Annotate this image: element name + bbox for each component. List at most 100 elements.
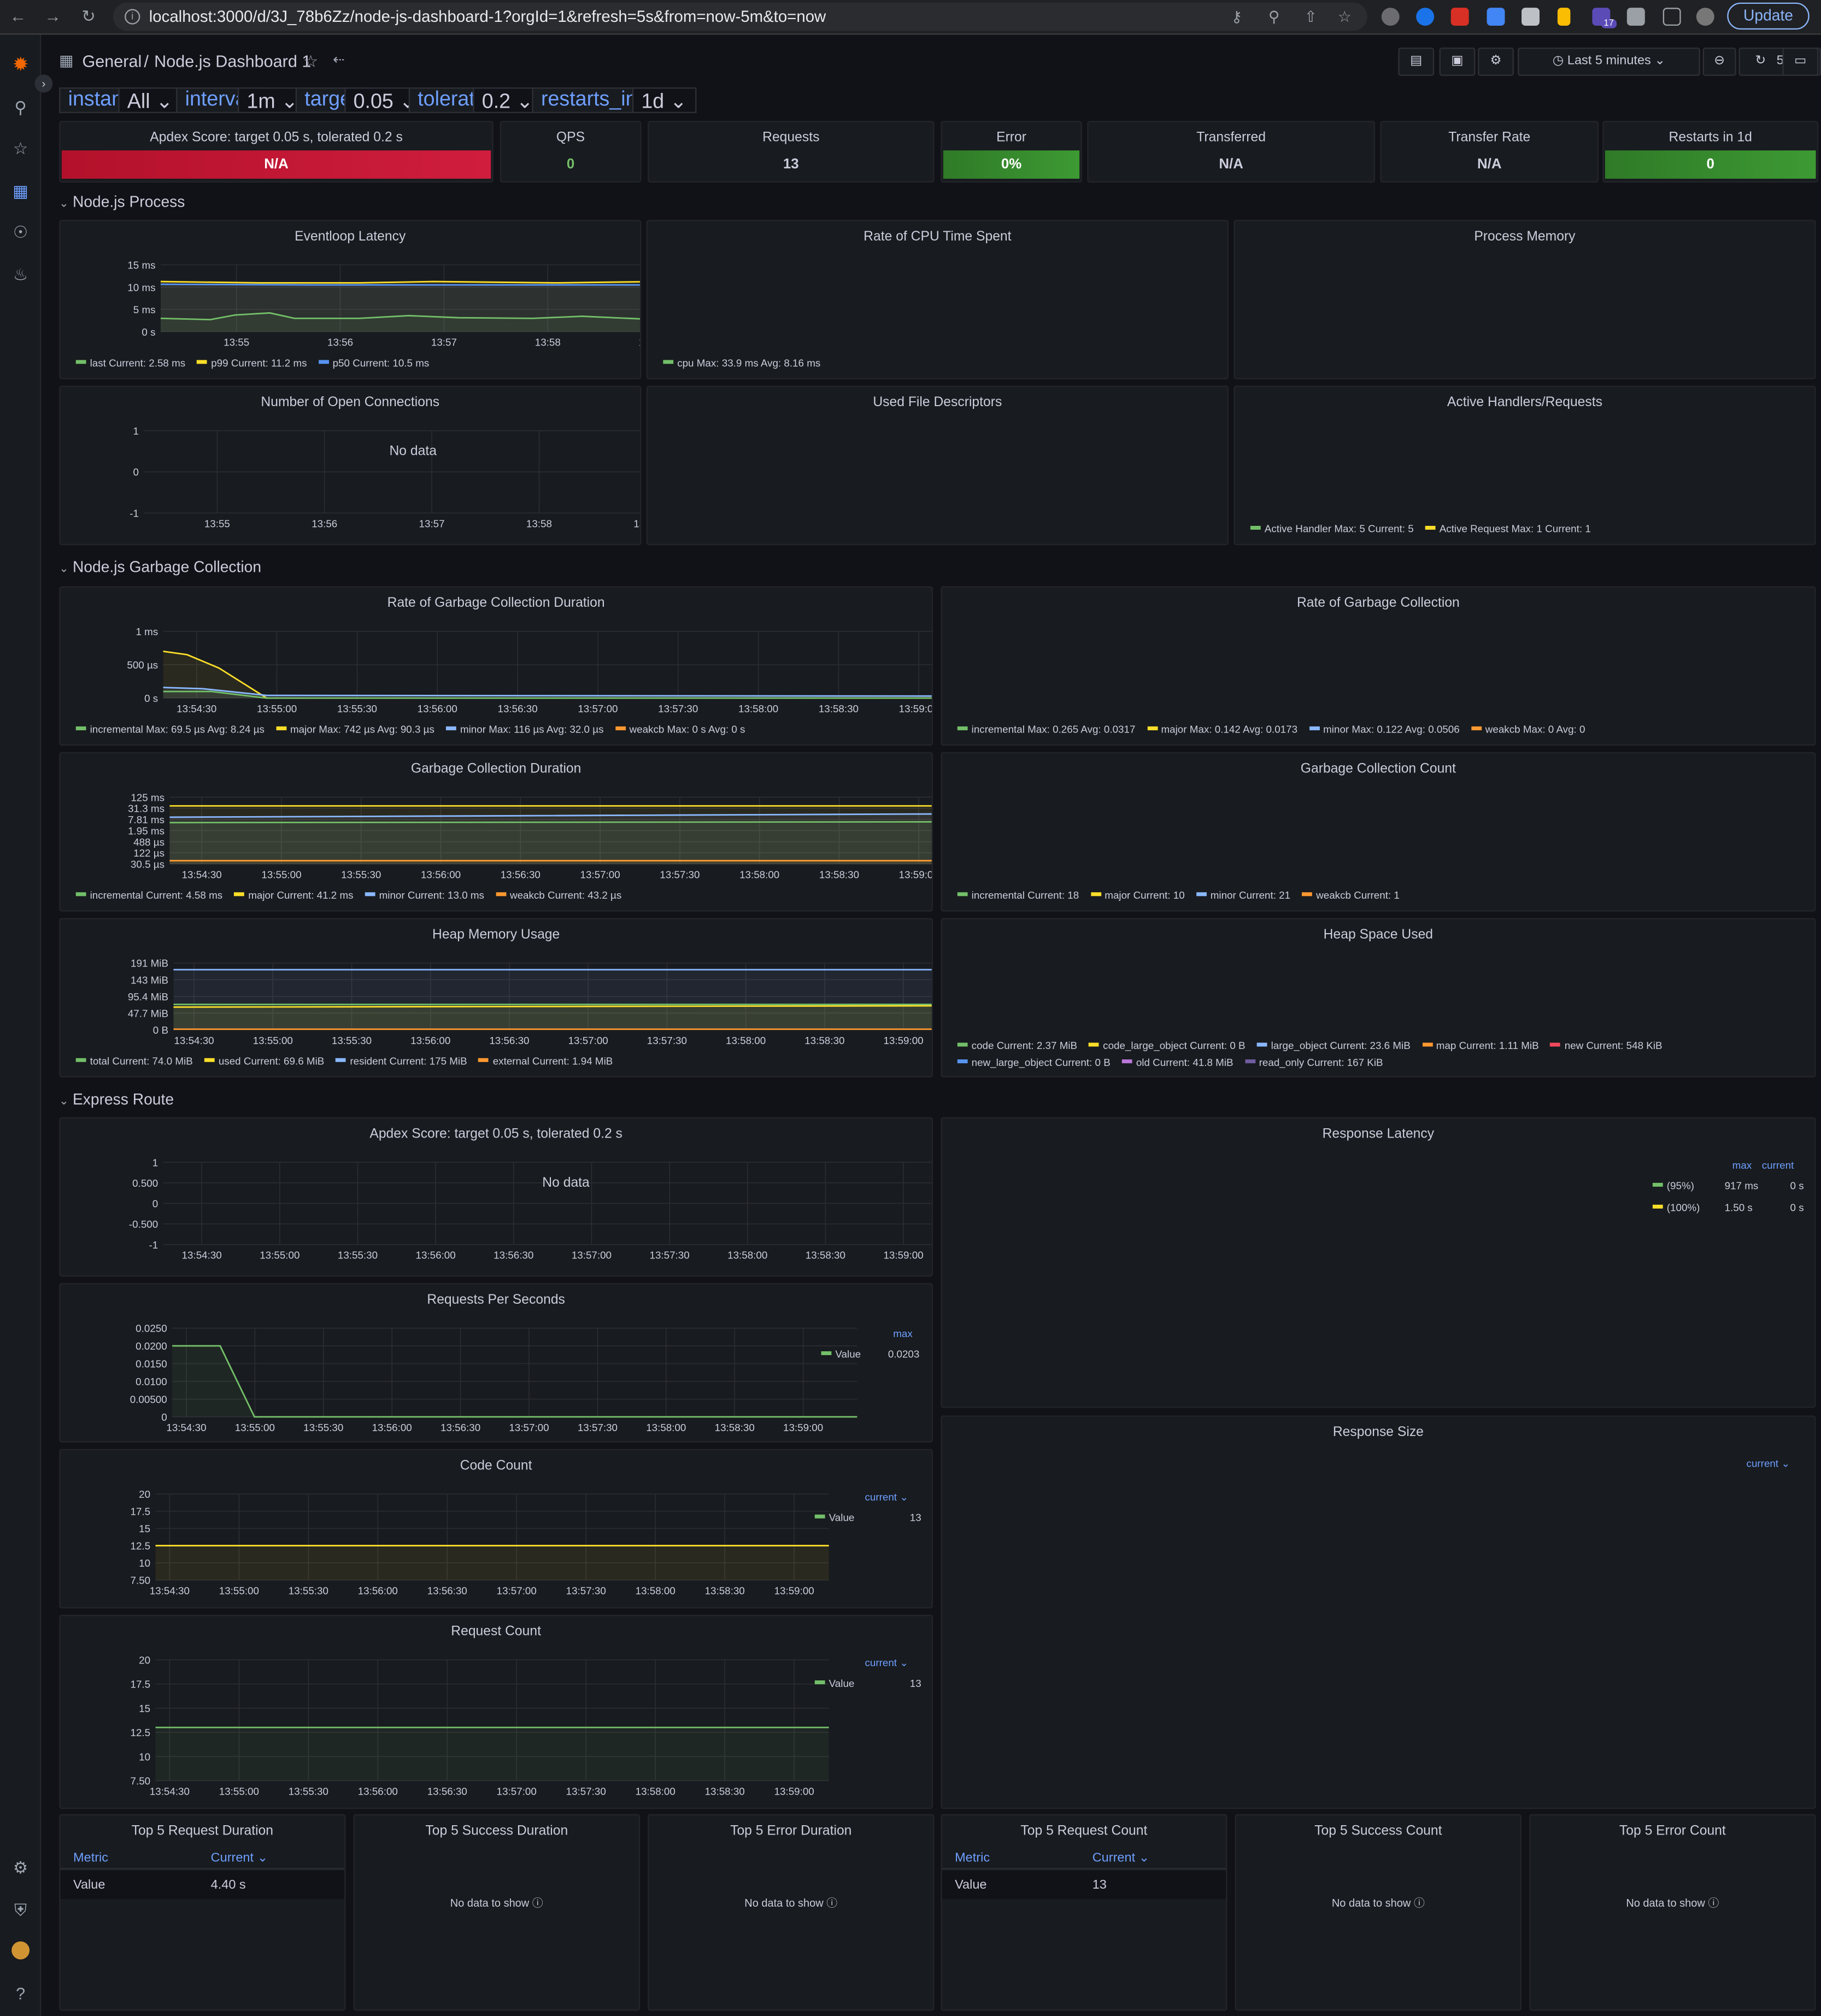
legend-item[interactable]: Active Request Max: 1 Current: 1 [1425, 523, 1591, 535]
column-header-current[interactable]: Current ⌄ [1092, 1851, 1150, 1866]
legend-item[interactable]: p99 Current: 11.2 ms [197, 358, 307, 369]
legend-item[interactable]: Active Handler Max: 5 Current: 5 [1250, 523, 1414, 535]
time-picker-button[interactable]: ◷ Last 5 minutes ⌄ [1518, 48, 1700, 76]
row-header-gc[interactable]: ⌄ Node.js Garbage Collection [59, 558, 261, 576]
stat-panel-4[interactable]: Transferred N/A [1087, 121, 1375, 183]
panel-heapmem[interactable]: Heap Memory Usage 191 MiB 143 MiB 95.4 MiB 4… [59, 918, 933, 1077]
legend-item[interactable]: weakcb Max: 0 Avg: 0 [1471, 724, 1585, 735]
page-title[interactable]: Node.js Dashboard 1 [154, 51, 311, 71]
zoom-out-button[interactable]: ⊖ [1702, 48, 1736, 76]
zoom-icon[interactable]: ⚲ [1268, 8, 1280, 26]
legend-item[interactable]: last Current: 2.58 ms [75, 358, 185, 369]
legend-row[interactable]: (95%) 917 ms 0 s [1652, 1180, 1807, 1192]
help-icon[interactable]: ⓘ [1708, 1896, 1719, 1909]
alerting-bell-icon[interactable]: ♨ [10, 265, 31, 286]
panel-procmem[interactable]: Process Memory1 B0.500 B0 B-0.500 B-1 B1… [1233, 220, 1816, 379]
help-icon[interactable]: ? [10, 1984, 31, 2005]
legend-item[interactable]: weakcb Current: 43.2 µs [496, 890, 621, 901]
extension-pen-icon[interactable] [1557, 8, 1571, 26]
panel-codecount[interactable]: Code Count 20 17.5 15 12.5 10 7.50 13:54:30 13:5… [59, 1449, 933, 1609]
table-panel-errcount[interactable]: Top 5 Error Count No data to show ⓘ [1529, 1814, 1816, 2011]
legend-item[interactable]: weakcb Current: 1 [1302, 890, 1400, 901]
tv-mode-button[interactable]: ▭ [1782, 48, 1819, 76]
legend-item[interactable]: cpu Max: 33.9 ms Avg: 8.16 ms [663, 358, 820, 369]
panel-openconn[interactable]: Number of Open Connections 1 0 -1 13:55 13:56… [59, 385, 642, 546]
table-panel-reqdur[interactable]: Top 5 Request Duration Metric Current ⌄ Val… [59, 1814, 346, 2011]
panel-gccount[interactable]: Garbage Collection Count3216842113:54:30… [941, 752, 1816, 912]
legend-item[interactable]: new Current: 548 KiB [1550, 1040, 1663, 1052]
table-panel-succcount[interactable]: Top 5 Success Count No data to show ⓘ [1235, 1814, 1522, 2011]
legend-item[interactable]: total Current: 74.0 MiB [75, 1056, 193, 1067]
side-panel-icon[interactable] [1663, 8, 1681, 26]
legend-item[interactable]: incremental Max: 69.5 µs Avg: 8.24 µs [75, 724, 265, 735]
panel-reqcount[interactable]: Request Count 20 17.5 15 12.5 10 7.50 13:54:30 1… [59, 1615, 933, 1809]
extension-red-icon[interactable] [1450, 8, 1469, 26]
share-dashboard-icon[interactable]: ⇠ [333, 51, 345, 68]
panel-gcdurrate[interactable]: Rate of Garbage Collection Duration 1 ms 5… [59, 586, 933, 746]
table-panel-succdur[interactable]: Top 5 Success Duration No data to show ⓘ [353, 1814, 640, 2011]
user-avatar[interactable] [11, 1941, 30, 1960]
table-row[interactable]: Value 4.40 s [60, 1871, 345, 1899]
help-icon[interactable]: ⓘ [1414, 1896, 1425, 1909]
panel-resplat[interactable]: Response Latency2 s1.50 s1 s500 ms0 s13:… [941, 1117, 1816, 1408]
legend-col-current[interactable]: current [1762, 1160, 1794, 1171]
stat-panel-2[interactable]: Requests 13 [648, 121, 935, 183]
starred-icon[interactable]: ☆ [10, 139, 31, 160]
panel-heapspace[interactable]: Heap Space Used71.5 MiB47.7 MiB23.8 MiB0… [941, 918, 1816, 1077]
panel-eventloop[interactable]: Eventloop Latency 15 ms 10 ms 5 ms 0 s 13:55 1… [59, 220, 642, 379]
column-header-metric[interactable]: Metric [955, 1851, 990, 1866]
table-panel-errdur[interactable]: Top 5 Error Duration No data to show ⓘ [648, 1814, 935, 2011]
help-icon[interactable]: ⓘ [826, 1896, 837, 1909]
legend-col-current[interactable]: current ⌄ [865, 1491, 908, 1503]
legend-item[interactable]: minor Current: 13.0 ms [365, 890, 484, 901]
dashboards-icon[interactable]: ▦ [10, 181, 31, 202]
legend-item[interactable]: code Current: 2.37 MiB [957, 1040, 1077, 1052]
reload-icon[interactable]: ↻ [78, 7, 99, 27]
share-icon[interactable]: ⇧ [1305, 8, 1318, 26]
add-panel-button[interactable]: ▤ [1398, 48, 1435, 76]
legend-row[interactable]: Value 0.0203 [821, 1349, 919, 1360]
legend-col-max[interactable]: max [893, 1328, 913, 1340]
stat-panel-0[interactable]: Apdex Score: target 0.05 s, tolerated 0.… [59, 121, 494, 183]
legend-item[interactable]: incremental Current: 18 [957, 890, 1079, 901]
dashboard-settings-button[interactable]: ⚙ [1478, 48, 1514, 76]
extension-search-icon[interactable] [1416, 8, 1435, 26]
table-panel-reqcount[interactable]: Top 5 Request Count Metric Current ⌄ Value 1… [941, 1814, 1227, 2011]
breadcrumb-folder[interactable]: General [82, 51, 142, 71]
variable-select-restarts_interval[interactable]: 1d ⌄ [632, 87, 696, 113]
legend-item[interactable]: code_large_object Current: 0 B [1089, 1040, 1246, 1052]
panel-gcdur[interactable]: Garbage Collection Duration 125 ms 31.3 ms… [59, 752, 933, 912]
forward-icon[interactable]: → [43, 7, 63, 27]
stat-panel-5[interactable]: Transfer Rate N/A [1380, 121, 1599, 183]
legend-item[interactable]: incremental Current: 4.58 ms [75, 890, 222, 901]
translate-icon[interactable] [1487, 8, 1505, 26]
legend-col-current[interactable]: current ⌄ [1747, 1458, 1790, 1469]
legend-row[interactable]: (100%) 1.50 s 0 s [1652, 1202, 1807, 1214]
column-header-metric[interactable]: Metric [73, 1851, 108, 1866]
panel-cpu[interactable]: Rate of CPU Time Spent40 ms30 ms20 ms10 … [646, 220, 1229, 379]
legend-item[interactable]: major Current: 10 [1090, 890, 1185, 901]
grafana-logo-icon[interactable]: ✹ [10, 55, 31, 76]
legend-item[interactable]: old Current: 41.8 MiB [1121, 1057, 1233, 1069]
panel-apdex[interactable]: Apdex Score: target 0.05 s, tolerated 0.… [59, 1117, 933, 1277]
panel-filedesc[interactable]: Used File Descriptors100%50%0%-50%-100%1… [646, 385, 1229, 546]
panel-handlers[interactable]: Active Handlers/Requests642013:5513:5613… [1233, 385, 1816, 546]
legend-item[interactable]: large_object Current: 23.6 MiB [1256, 1040, 1411, 1052]
save-dashboard-button[interactable]: ▣ [1439, 48, 1476, 76]
legend-row[interactable]: Value 13 [814, 1512, 921, 1523]
legend-col-current[interactable]: current ⌄ [865, 1657, 908, 1669]
address-bar[interactable]: i localhost:3000/d/3J_78b6Zz/node-js-das… [113, 2, 1367, 31]
configuration-gear-icon[interactable]: ⚙ [10, 1858, 31, 1879]
legend-item[interactable]: new_large_object Current: 0 B [957, 1057, 1111, 1069]
table-row[interactable]: Value 13 [942, 1871, 1226, 1899]
extensions-puzzle-icon[interactable] [1626, 8, 1645, 26]
profile-avatar[interactable] [1696, 8, 1714, 26]
star-dashboard-icon[interactable]: ☆ [303, 51, 318, 72]
help-icon[interactable]: ⓘ [532, 1896, 543, 1909]
legend-item[interactable]: external Current: 1.94 MiB [478, 1056, 613, 1067]
row-header-process[interactable]: ⌄ Node.js Process [59, 193, 185, 211]
legend-item[interactable]: major Current: 41.2 ms [234, 890, 354, 901]
panel-gcrate[interactable]: Rate of Garbage Collection0.3000.2000.10… [941, 586, 1816, 746]
legend-item[interactable]: major Max: 742 µs Avg: 90.3 µs [276, 724, 434, 735]
legend-col-max[interactable]: max [1732, 1160, 1752, 1171]
